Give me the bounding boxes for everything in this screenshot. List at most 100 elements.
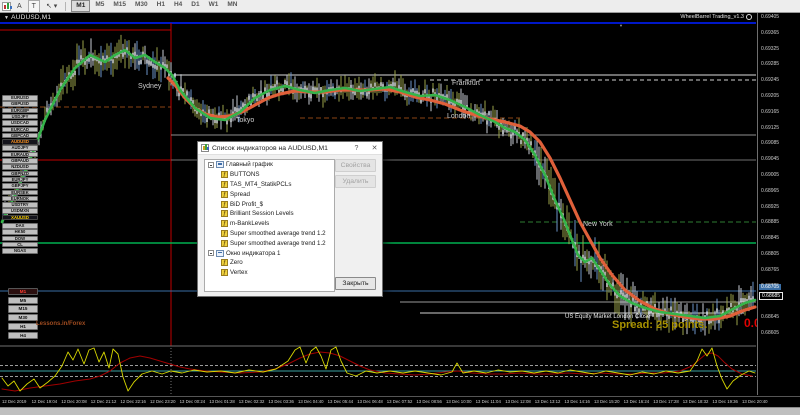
sidebar-symbol-eurjpy[interactable]: EURJPY <box>2 176 38 183</box>
indicator-label: BiD Profit_$ <box>230 200 264 208</box>
sidebar-symbol-eursek[interactable]: EURSEK <box>2 189 38 196</box>
sidebar-symbol-usdtry[interactable]: USDTRY <box>2 202 38 208</box>
sidebar-symbol-euraud[interactable]: EURAUD <box>2 151 38 158</box>
session-label-london: London <box>447 113 471 120</box>
text-label-tool[interactable]: A <box>14 1 25 12</box>
time-tick: 13 Dec 01:28 <box>209 399 235 404</box>
sidebar-timeframe-m5[interactable]: M5 <box>8 296 38 305</box>
sidebar-symbol-gbpusd[interactable]: GBPUSD <box>2 101 38 107</box>
indicator-fx-icon: ƒ <box>221 190 228 198</box>
sidebar-symbol-ngas[interactable]: NGAS <box>2 248 38 254</box>
sidebar-timeframe-m1[interactable]: M1 <box>8 288 38 296</box>
price-tick: 0.68885 <box>761 219 780 226</box>
indicator-fx-icon: ƒ <box>221 180 228 188</box>
sidebar-symbol-eurnok[interactable]: EURNOK <box>2 195 38 202</box>
sidebar-symbol-hk50[interactable]: HK50 <box>2 229 38 235</box>
spread-label: Spread: 25 points. <box>612 319 708 331</box>
indicator-row[interactable]: ƒ BiD Profit_$ <box>205 199 334 209</box>
last-price-label: 0.68685 <box>759 292 784 300</box>
sidebar-symbol-gbpaud[interactable]: GBPAUD <box>2 158 38 164</box>
indicator-label: Super smoothed average trend 1.2 <box>230 239 326 247</box>
collapse-icon[interactable] <box>208 161 214 168</box>
sidebar-symbol-dow[interactable]: DOW <box>2 235 38 242</box>
toolbar-timeframe-h4[interactable]: H4 <box>170 0 186 12</box>
sidebar-timeframe-m30[interactable]: M30 <box>8 314 38 322</box>
sidebar-symbol-usdmxn[interactable]: USDMXN <box>2 208 38 214</box>
sidebar-symbol-gbpjpy[interactable]: GBPJPY <box>2 183 38 189</box>
time-tick: 12 Dec 21:12 <box>90 399 117 404</box>
time-tick: 13 Dec 12:08 <box>505 399 531 404</box>
vertex-line <box>1 346 756 392</box>
collapse-icon[interactable] <box>208 250 214 257</box>
sidebar-symbol-dax[interactable]: DAX <box>2 223 38 229</box>
toolbar-timeframe-m5[interactable]: M5 <box>91 0 108 12</box>
price-tick: 0.68965 <box>761 187 780 194</box>
dialog-titlebar[interactable]: Список индикаторов на AUDUSD,M1 ? ✕ <box>198 142 382 155</box>
indicator-group-row[interactable]: Главный график <box>205 160 334 170</box>
session-label-sydney: Sydney <box>138 83 162 90</box>
price-tick: 0.69365 <box>761 29 780 36</box>
dialog-close-icon[interactable]: ✕ <box>367 142 382 155</box>
time-tick: 13 Dec 16:24 <box>623 399 650 404</box>
price-tick: 0.69405 <box>761 14 780 20</box>
toolbar-timeframe-w1[interactable]: W1 <box>205 0 223 12</box>
price-tick: 0.69245 <box>761 77 780 84</box>
toolbar-timeframe-m30[interactable]: M30 <box>131 0 152 12</box>
price-tick: 0.68645 <box>761 314 780 321</box>
indicator-row[interactable]: ƒ Spread <box>205 189 334 199</box>
toolbar-timeframe-d1[interactable]: D1 <box>187 0 203 12</box>
indicator-row[interactable]: ƒ Brilliant Session Levels <box>205 209 334 219</box>
properties-button[interactable]: Свойства <box>335 159 376 172</box>
time-tick: 13 Dec 20:40 <box>742 399 768 404</box>
sidebar-symbol-eurusd[interactable]: EURUSD <box>2 95 38 101</box>
toolbar-timeframe-m1[interactable]: M1 <box>71 0 91 12</box>
indicator-tree[interactable]: Главный график ƒ BUTTONS ƒ TAS_MT4_StatikPCL… <box>204 159 335 292</box>
indicator-row[interactable]: ƒ Vertex <box>205 268 334 278</box>
sidebar-symbol-usdcad[interactable]: USDCAD <box>2 120 38 126</box>
indicator-row[interactable]: ƒ TAS_MT4_StatikPCLs <box>205 180 334 190</box>
time-axis[interactable]: 12 Dec 2019 12 Dec 19:04 12 Dec 20:08 12 De… <box>0 396 800 407</box>
indicator-row[interactable]: ƒ Super smoothed average trend 1.2 <box>205 229 334 239</box>
sidebar-symbol-cl[interactable]: CL <box>2 241 38 248</box>
indicator-fx-icon: ƒ <box>221 171 228 179</box>
sidebar-timeframe-m15[interactable]: M15 <box>8 305 38 313</box>
toolbar-timeframe-mn[interactable]: MN <box>223 0 241 12</box>
indicator-fx-icon: ƒ <box>221 220 228 228</box>
sidebar-symbol-eurgbp[interactable]: EURGBP <box>2 107 38 114</box>
close-button[interactable]: Закрыть <box>335 277 376 290</box>
sidebar-symbol-audjpy[interactable]: AUDJPY <box>2 145 38 151</box>
indicator-row[interactable]: ƒ m-BankLevels <box>205 219 334 229</box>
time-tick: 13 Dec 19:36 <box>712 399 738 404</box>
toolbar-timeframe-h1[interactable]: H1 <box>153 0 169 12</box>
sidebar-timeframe-h1[interactable]: H1 <box>8 322 38 331</box>
sidebar-timeframe-h4[interactable]: H4 <box>8 331 38 339</box>
chart-window-icon <box>216 249 224 257</box>
sidebar-symbol-usdjpy[interactable]: USDJPY <box>2 113 38 120</box>
indicator-row[interactable]: ƒ Super smoothed average trend 1.2 <box>205 238 334 248</box>
indicator-row[interactable]: ƒ Zero <box>205 258 334 268</box>
dialog-help-button[interactable]: ? <box>349 142 364 155</box>
indicator-group-row[interactable]: Окно индикатора 1 <box>205 248 334 258</box>
sidebar-symbol-xauusd[interactable]: XAUUSD <box>2 214 38 221</box>
indicator-fx-icon: ƒ <box>221 259 228 267</box>
price-axis[interactable]: 0.69405 0.69365 0.69325 0.69285 0.69245 0.692… <box>757 13 800 395</box>
cursor-tool[interactable]: ↖ ▾ <box>43 1 60 12</box>
price-tick: 0.69125 <box>761 124 780 131</box>
sidebar-symbol-nzdusd[interactable]: NZDUSD <box>2 164 38 170</box>
chart-type-icon[interactable] <box>2 1 12 11</box>
time-tick: 13 Dec 13:12 <box>534 399 561 404</box>
indicator-row[interactable]: ƒ BUTTONS <box>205 170 334 180</box>
sidebar-symbol-gbpnzd[interactable]: GBPNZD <box>2 170 38 177</box>
indicator-fx-icon: ƒ <box>221 229 228 237</box>
indicator-label: Brilliant Session Levels <box>230 210 294 218</box>
sidebar-symbol-gbpcad[interactable]: GBPCAD <box>2 132 38 139</box>
toolbar-timeframe-m15[interactable]: M15 <box>109 0 130 12</box>
time-tick: 12 Dec 23:20 <box>150 399 176 404</box>
sidebar-symbol-audusd[interactable]: AUDUSD <box>2 139 38 145</box>
text-box-tool[interactable]: T <box>27 0 40 13</box>
sidebar-symbol-eurcad[interactable]: EURCAD <box>2 126 38 133</box>
indicator-label: Spread <box>230 190 250 198</box>
indicator-fx-icon: ƒ <box>221 210 228 218</box>
indicator-label: TAS_MT4_StatikPCLs <box>230 180 292 188</box>
delete-button[interactable]: Удалить <box>335 175 376 188</box>
